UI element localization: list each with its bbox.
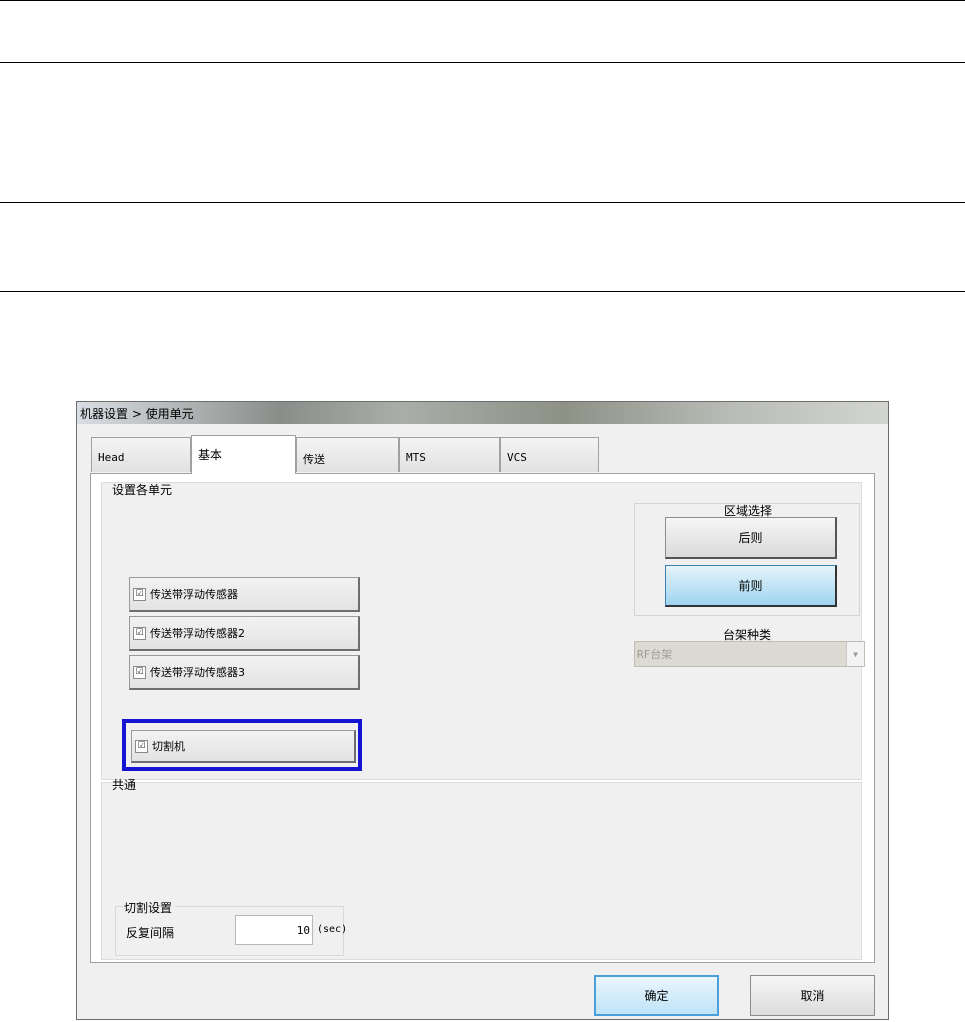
conveyor-float-sensor-3-checkbox[interactable]: ☑ 传送带浮动传感器3: [129, 655, 360, 690]
rule-line: [0, 291, 965, 292]
units-group: 设置各单元 ☑ 传送带浮动传感器 ☑ 传送带浮动传感器2 ☑ 传送带浮动传感器3…: [101, 482, 865, 780]
rack-type-select[interactable]: RF台架 ▼: [634, 641, 865, 667]
cut-settings-title: 切割设置: [124, 899, 176, 916]
cut-settings-group: 切割设置 反复间隔 10 (sec): [115, 899, 348, 956]
rack-type-value: RF台架: [637, 648, 673, 661]
units-group-title: 设置各单元: [112, 483, 173, 497]
checkbox-checked-icon: ☑: [133, 665, 146, 679]
repeat-interval-input[interactable]: 10: [235, 915, 313, 945]
dialog-client: Head 基本 传送 MTS VCS 设置各单元 ☑ 传送带浮动传感器 ☑ 传送…: [89, 432, 876, 965]
cancel-button[interactable]: 取消: [750, 975, 875, 1016]
rear-side-button[interactable]: 后则: [665, 517, 837, 559]
tab-vcs[interactable]: VCS: [500, 437, 599, 472]
chevron-down-icon: ▼: [846, 642, 864, 666]
tab-head[interactable]: Head: [91, 437, 191, 472]
checkbox-checked-icon: ☑: [133, 626, 146, 640]
cutter-highlight-box: [122, 719, 362, 771]
checkbox-label: 传送带浮动传感器2: [150, 627, 245, 640]
checkbox-checked-icon: ☑: [133, 587, 146, 601]
front-side-button[interactable]: 前则: [665, 565, 837, 607]
rule-line: [0, 202, 965, 203]
common-group: 共通 切割设置 反复间隔 10 (sec): [101, 778, 862, 960]
repeat-interval-unit: (sec): [317, 924, 348, 935]
tab-basic[interactable]: 基本: [191, 435, 296, 474]
machine-settings-dialog: 机器设置 > 使用单元 Head 基本 传送 MTS VCS 设置各单元 ☑ 传…: [76, 401, 889, 1020]
tab-panel-basic: 设置各单元 ☑ 传送带浮动传感器 ☑ 传送带浮动传感器2 ☑ 传送带浮动传感器3…: [90, 473, 875, 963]
title-bar[interactable]: 机器设置 > 使用单元: [77, 402, 888, 424]
tab-mts[interactable]: MTS: [399, 437, 500, 472]
ok-button[interactable]: 确定: [594, 975, 719, 1016]
area-select-group: 区域选择 后则 前则: [634, 503, 860, 616]
rule-line: [0, 0, 965, 1]
common-group-title: 共通: [112, 778, 137, 792]
checkbox-label: 传送带浮动传感器3: [150, 666, 245, 679]
repeat-interval-label: 反复间隔: [126, 926, 175, 940]
rule-line: [0, 62, 965, 63]
conveyor-float-sensor-checkbox[interactable]: ☑ 传送带浮动传感器: [129, 577, 360, 612]
conveyor-float-sensor-2-checkbox[interactable]: ☑ 传送带浮动传感器2: [129, 616, 360, 651]
window-title: 机器设置 > 使用单元: [80, 407, 194, 421]
tab-transfer[interactable]: 传送: [296, 437, 399, 472]
checkbox-label: 传送带浮动传感器: [150, 588, 238, 601]
